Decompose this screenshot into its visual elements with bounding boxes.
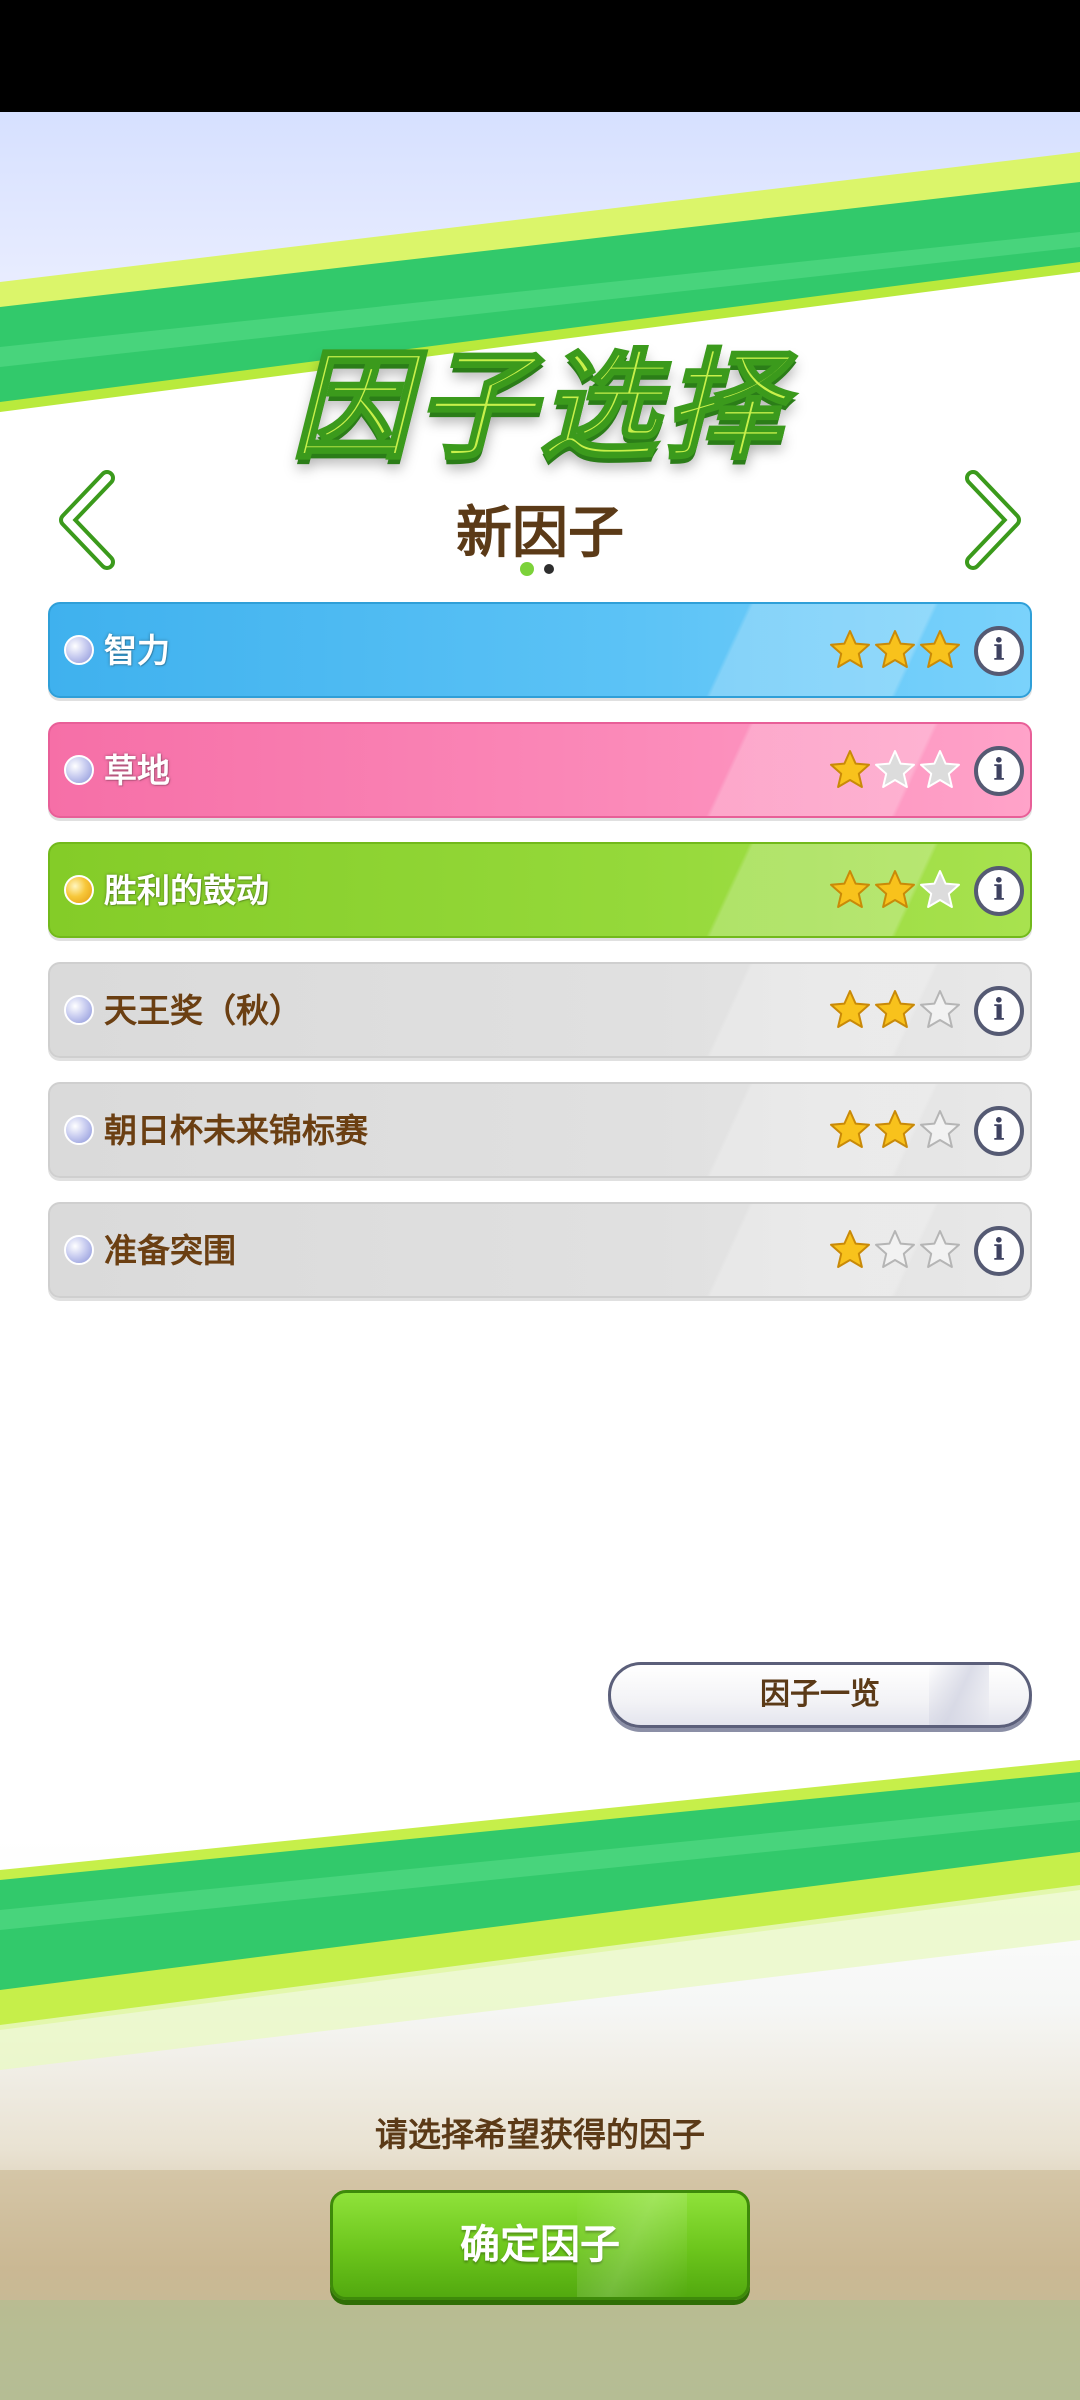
info-icon: i (993, 1113, 1005, 1148)
star-filled-icon (920, 630, 960, 668)
info-button[interactable]: i (974, 746, 1024, 796)
factor-row[interactable]: 智力 i (48, 602, 1032, 698)
confirm-factor-button[interactable]: 确定因子 (330, 2190, 750, 2300)
info-icon: i (993, 993, 1005, 1028)
star-rating (828, 1108, 968, 1154)
info-icon: i (993, 873, 1005, 908)
star-empty-icon (920, 1230, 960, 1268)
bottom-stripe-banner (0, 1740, 1080, 2400)
bottom-stripes-graphic (0, 1760, 1080, 2400)
factor-label: 草地 (104, 751, 170, 790)
page-title: 因子选择 (290, 336, 788, 477)
factor-label: 准备突围 (104, 1231, 236, 1270)
factor-row[interactable]: 草地 i (48, 722, 1032, 818)
star-empty-icon (920, 1110, 960, 1148)
selection-prompt: 请选择希望获得的因子 (375, 2115, 705, 2154)
factor-row[interactable]: 天王奖（秋） i (48, 962, 1032, 1058)
factor-label: 胜利的鼓动 (104, 871, 269, 910)
info-button[interactable]: i (974, 626, 1024, 676)
star-filled-icon (875, 630, 915, 668)
star-filled-icon (875, 870, 915, 908)
page-dot-active (520, 562, 534, 576)
page-dot-inactive (544, 564, 554, 574)
factor-label: 天王奖（秋） (104, 991, 302, 1030)
silver-gem-icon (64, 1235, 94, 1265)
star-empty-icon (920, 870, 960, 908)
silver-gem-icon (64, 755, 94, 785)
factor-label: 智力 (104, 631, 170, 670)
gold-gem-icon (64, 875, 94, 905)
star-empty-icon (920, 750, 960, 788)
star-filled-icon (875, 1110, 915, 1148)
star-rating (828, 748, 968, 794)
star-rating (828, 628, 968, 674)
info-button[interactable]: i (974, 1106, 1024, 1156)
factor-label: 朝日杯未来锦标赛 (104, 1111, 368, 1150)
star-filled-icon (830, 990, 870, 1028)
star-rating (828, 1228, 968, 1274)
section-subtitle: 新因子 (456, 501, 624, 566)
star-filled-icon (830, 1230, 870, 1268)
star-empty-icon (920, 990, 960, 1028)
star-filled-icon (830, 630, 870, 668)
info-icon: i (993, 753, 1005, 788)
factor-row[interactable]: 胜利的鼓动 i (48, 842, 1032, 938)
info-button[interactable]: i (974, 986, 1024, 1036)
status-bar (0, 0, 1080, 112)
silver-gem-icon (64, 635, 94, 665)
star-rating (828, 868, 968, 914)
star-filled-icon (875, 990, 915, 1028)
star-filled-icon (830, 750, 870, 788)
star-rating (828, 988, 968, 1034)
info-button[interactable]: i (974, 1226, 1024, 1276)
info-icon: i (993, 633, 1005, 668)
factor-row[interactable]: 朝日杯未来锦标赛 i (48, 1082, 1032, 1178)
page-indicator (518, 562, 562, 578)
factor-list-label: 因子一览 (760, 1677, 880, 1712)
star-filled-icon (830, 870, 870, 908)
info-icon: i (993, 1233, 1005, 1268)
star-empty-icon (875, 750, 915, 788)
silver-gem-icon (64, 995, 94, 1025)
silver-gem-icon (64, 1115, 94, 1145)
star-empty-icon (875, 1230, 915, 1268)
factor-row[interactable]: 准备突围 i (48, 1202, 1032, 1298)
info-button[interactable]: i (974, 866, 1024, 916)
factor-list-button[interactable]: 因子一览 (608, 1662, 1032, 1728)
star-filled-icon (830, 1110, 870, 1148)
